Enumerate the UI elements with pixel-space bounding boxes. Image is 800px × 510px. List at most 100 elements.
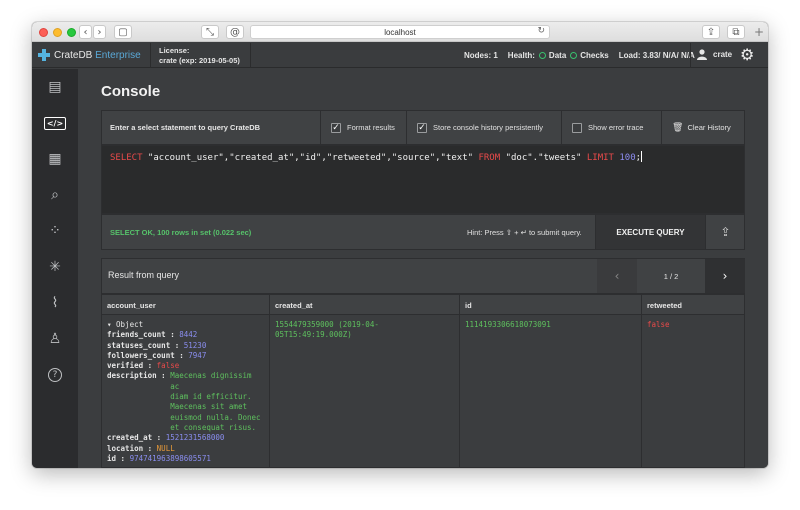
description-line: euismod nulla. Donec bbox=[170, 412, 261, 422]
statuses-count-value: 51230 bbox=[183, 340, 207, 350]
trash-icon: 🗑 bbox=[672, 122, 684, 133]
settings-gear-icon[interactable]: ⚙ bbox=[740, 46, 754, 64]
format-results-label: Format results bbox=[347, 123, 395, 132]
load-stats: Load: 3.83/ N/A/ N/A bbox=[618, 51, 695, 60]
brand-edition: Enterprise bbox=[95, 49, 141, 61]
address-bar[interactable]: localhost ↻ bbox=[250, 25, 550, 39]
sidebar-toggle-icon[interactable]: ▢ bbox=[114, 25, 132, 39]
show-error-trace-toggle[interactable]: Show error trace bbox=[561, 111, 661, 144]
followers-count-value: 7947 bbox=[188, 350, 207, 360]
sidebar-item-overview[interactable]: ▤ bbox=[32, 69, 78, 105]
next-page-button[interactable]: › bbox=[705, 259, 745, 293]
help-icon: ? bbox=[48, 368, 62, 382]
forward-icon[interactable]: › bbox=[93, 25, 106, 39]
reader-icon[interactable]: ⤡ bbox=[201, 25, 219, 39]
new-tab-icon[interactable]: + bbox=[754, 25, 764, 39]
sql-limit: 100 bbox=[613, 153, 636, 163]
store-history-toggle[interactable]: ✓ Store console history persistently bbox=[406, 111, 561, 144]
share-query-icon[interactable]: ⇪ bbox=[705, 215, 745, 249]
divider bbox=[150, 43, 151, 68]
console-prompt-label: Enter a select statement to query CrateD… bbox=[110, 123, 261, 132]
sql-table: "doc"."tweets" bbox=[500, 153, 587, 163]
views-icon: ⌕ bbox=[51, 187, 59, 203]
health-data[interactable]: Data bbox=[549, 51, 566, 60]
url-text: localhost bbox=[384, 27, 416, 37]
back-icon[interactable]: ‹ bbox=[79, 25, 92, 39]
field-key: created_at bbox=[107, 433, 153, 443]
reload-icon[interactable]: ↻ bbox=[537, 26, 545, 36]
column-header-created-at[interactable]: created_at bbox=[270, 295, 460, 315]
created-at-inner-value: 1521231568000 bbox=[165, 433, 225, 443]
sidebar-item-shards[interactable]: ⁘ bbox=[32, 213, 78, 249]
health-label: Health: bbox=[507, 51, 535, 60]
shards-icon: ⁘ bbox=[49, 223, 61, 239]
field-key: friends_count bbox=[107, 330, 166, 340]
sidebar-item-help[interactable]: ? bbox=[32, 357, 78, 393]
user-icon bbox=[697, 49, 707, 60]
column-header-id[interactable]: id bbox=[460, 295, 642, 315]
query-status: SELECT OK, 100 rows in set (0.022 sec) bbox=[110, 228, 252, 237]
console-options-bar: Enter a select statement to query CrateD… bbox=[101, 110, 745, 145]
sql-keyword: LIMIT bbox=[586, 153, 614, 163]
field-key: id bbox=[107, 453, 117, 463]
zoom-window-button[interactable] bbox=[67, 28, 76, 37]
privacy-icon[interactable]: @ bbox=[226, 25, 244, 39]
divider bbox=[250, 43, 251, 68]
results-title: Result from query bbox=[108, 270, 180, 280]
description-line: diam id efficitur. bbox=[170, 392, 252, 402]
field-separator: : bbox=[165, 330, 180, 340]
monitoring-icon: ⌇ bbox=[51, 295, 59, 311]
format-results-toggle[interactable]: ✓ Format results bbox=[320, 111, 406, 144]
sidebar-item-console[interactable]: </> bbox=[32, 105, 78, 141]
crate-logo-icon bbox=[38, 49, 50, 61]
tabs-overview-icon[interactable]: ⧉ bbox=[727, 25, 745, 39]
query-editor[interactable]: SELECT "account_user","created_at","id",… bbox=[101, 145, 745, 214]
brand-name: CrateDB bbox=[54, 49, 93, 61]
friends-count-value: 8442 bbox=[179, 330, 198, 340]
license-info: License: crate (exp: 2019-05-05) bbox=[159, 46, 240, 66]
cratedb-logo[interactable]: CrateDB Enterprise bbox=[38, 49, 141, 61]
sidebar: ▤ </> ▦ ⌕ ⁘ ✳ ⌇ ♙ ? bbox=[32, 69, 78, 468]
app-header: CrateDB Enterprise License: crate (exp: … bbox=[32, 43, 768, 68]
description-value: Maecenas dignissim ac diam id efficitur.… bbox=[170, 371, 264, 433]
field-separator: : bbox=[143, 443, 157, 453]
store-history-label: Store console history persistently bbox=[433, 123, 544, 132]
results-table: account_user created_at id retweeted ▾ O… bbox=[101, 294, 745, 468]
page-indicator: 1 / 2 bbox=[663, 271, 679, 281]
license-label: License: bbox=[159, 46, 190, 55]
sidebar-item-views[interactable]: ⌕ bbox=[32, 177, 78, 213]
object-toggle[interactable]: ▾ Object bbox=[107, 320, 264, 330]
minimize-window-button[interactable] bbox=[53, 28, 62, 37]
share-icon[interactable]: ⇪ bbox=[702, 25, 720, 39]
field-key: statuses_count bbox=[107, 340, 171, 350]
show-error-trace-label: Show error trace bbox=[588, 123, 644, 132]
cluster-icon: ✳ bbox=[49, 259, 61, 275]
sidebar-item-cluster[interactable]: ✳ bbox=[32, 249, 78, 285]
id-inner-value: 974741963898605571 bbox=[129, 453, 211, 463]
table-cell-id: 1114193306618073091 bbox=[460, 315, 642, 467]
user-menu[interactable]: crate bbox=[697, 49, 732, 60]
health-checks[interactable]: Checks bbox=[580, 51, 608, 60]
sql-columns: "account_user","created_at","id","retwee… bbox=[142, 153, 479, 163]
sidebar-item-users[interactable]: ♙ bbox=[32, 321, 78, 357]
field-key: location bbox=[107, 443, 144, 453]
previous-page-button[interactable]: ‹ bbox=[597, 259, 637, 293]
close-window-button[interactable] bbox=[39, 28, 48, 37]
overview-icon: ▤ bbox=[48, 79, 62, 95]
column-header-account-user[interactable]: account_user bbox=[102, 295, 270, 315]
sidebar-item-tables[interactable]: ▦ bbox=[32, 141, 78, 177]
chat-widget-button[interactable] bbox=[767, 467, 768, 468]
nodes-count: Nodes: 1 bbox=[464, 51, 498, 60]
field-separator: : bbox=[143, 361, 157, 371]
table-cell-account-user: ▾ Object friends_count : 8442 statuses_c… bbox=[102, 315, 270, 467]
table-cell-created-at: 1554479359000 (2019-04-05T15:49:19.000Z) bbox=[270, 315, 460, 467]
sidebar-item-monitoring[interactable]: ⌇ bbox=[32, 285, 78, 321]
column-header-retweeted[interactable]: retweeted bbox=[642, 295, 744, 315]
show-error-trace-checkbox[interactable] bbox=[572, 122, 582, 133]
tables-icon: ▦ bbox=[48, 151, 62, 167]
main-content: Console Enter a select statement to quer… bbox=[78, 69, 768, 468]
execute-query-button[interactable]: EXECUTE QUERY bbox=[595, 215, 705, 249]
store-history-checkbox[interactable]: ✓ bbox=[417, 122, 427, 133]
format-results-checkbox[interactable]: ✓ bbox=[331, 122, 341, 133]
clear-history-button[interactable]: 🗑 Clear History bbox=[661, 111, 746, 144]
